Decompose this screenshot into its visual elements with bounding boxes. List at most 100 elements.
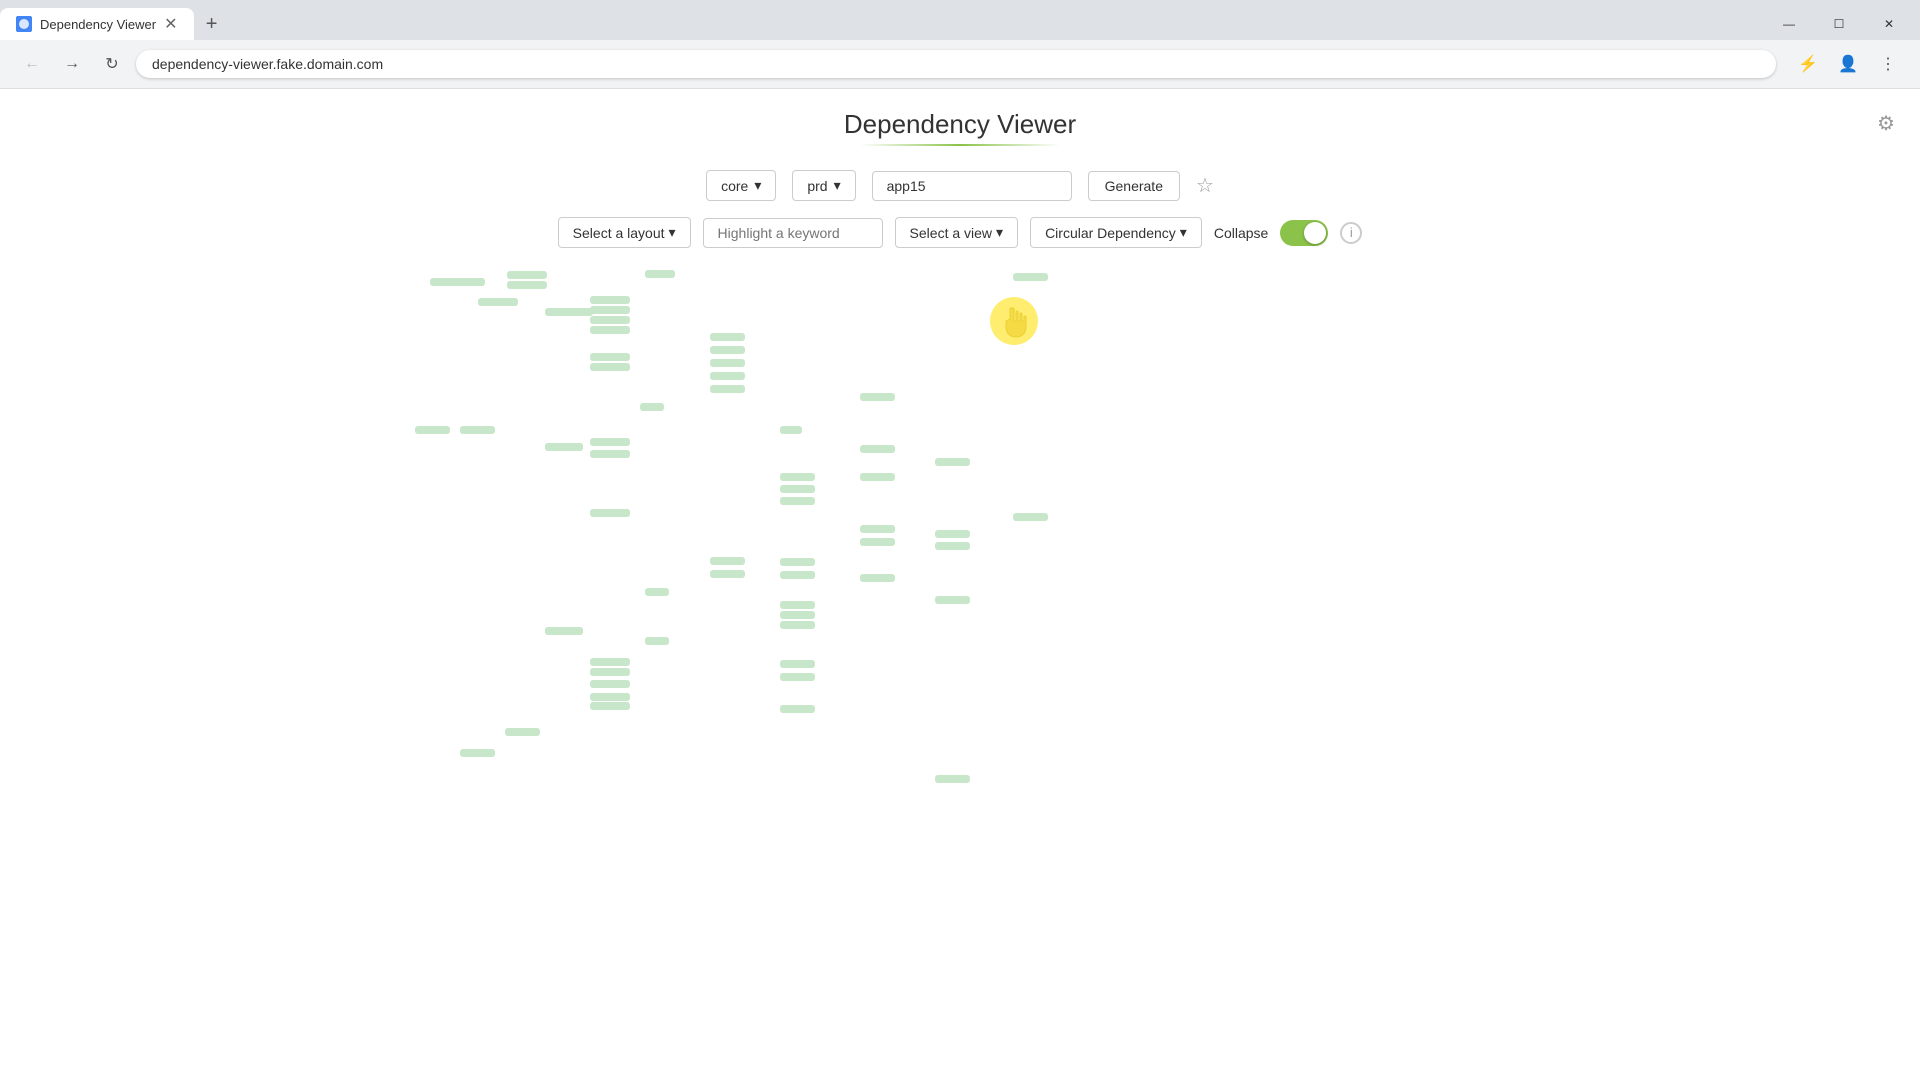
node-block[interactable] <box>590 450 630 458</box>
node-block[interactable] <box>780 611 815 619</box>
node-block[interactable] <box>590 316 630 324</box>
node-block[interactable] <box>590 438 630 446</box>
node-block[interactable] <box>780 485 815 493</box>
browser-chrome: Dependency Viewer ✕ + — ☐ ✕ ← → ↻ ⚡ 👤 ⋮ <box>0 0 1920 89</box>
generate-button[interactable]: Generate <box>1088 171 1180 201</box>
node-block[interactable] <box>860 574 895 582</box>
node-block[interactable] <box>860 445 895 453</box>
graph-area <box>20 264 1900 1076</box>
controls-row-1: core ▾ prd ▾ Generate ☆ <box>20 170 1900 201</box>
node-block[interactable] <box>710 570 745 578</box>
minimize-button[interactable]: — <box>1766 8 1812 40</box>
node-block[interactable] <box>780 673 815 681</box>
node-block[interactable] <box>545 627 583 635</box>
node-block[interactable] <box>860 525 895 533</box>
node-block[interactable] <box>590 306 630 314</box>
node-block[interactable] <box>590 680 630 688</box>
node-block[interactable] <box>710 372 745 380</box>
node-block[interactable] <box>860 393 895 401</box>
node-block[interactable] <box>780 497 815 505</box>
node-block[interactable] <box>590 693 630 701</box>
settings-gear-icon[interactable]: ⚙ <box>1872 109 1900 137</box>
collapse-label: Collapse <box>1214 225 1268 241</box>
node-block[interactable] <box>780 601 815 609</box>
node-block[interactable] <box>590 509 630 517</box>
node-block[interactable] <box>590 296 630 304</box>
select-view-dropdown[interactable]: Select a view ▾ <box>895 217 1019 248</box>
toggle-thumb <box>1304 222 1326 244</box>
back-button[interactable]: ← <box>16 48 48 80</box>
node-block[interactable] <box>415 426 450 434</box>
node-block[interactable] <box>640 403 664 411</box>
node-block[interactable] <box>1013 513 1048 521</box>
node-block[interactable] <box>780 426 802 434</box>
info-icon[interactable]: i <box>1340 222 1362 244</box>
env-dropdown[interactable]: prd ▾ <box>792 170 855 201</box>
node-block[interactable] <box>645 270 675 278</box>
app-input[interactable] <box>872 171 1072 201</box>
page-title: Dependency Viewer <box>20 109 1900 140</box>
node-block[interactable] <box>590 353 630 361</box>
node-block[interactable] <box>507 271 547 279</box>
node-block[interactable] <box>780 571 815 579</box>
node-block[interactable] <box>710 333 745 341</box>
node-block[interactable] <box>590 326 630 334</box>
node-block[interactable] <box>545 308 593 316</box>
node-block[interactable] <box>505 728 540 736</box>
node-block[interactable] <box>935 596 970 604</box>
url-input[interactable] <box>136 50 1776 78</box>
node-block[interactable] <box>780 660 815 668</box>
keyword-input[interactable] <box>703 218 883 248</box>
close-button[interactable]: ✕ <box>1866 8 1912 40</box>
page-content: ⚙ Dependency Viewer core ▾ prd ▾ Generat… <box>0 89 1920 1081</box>
page-title-underline <box>860 144 1060 146</box>
tab-title: Dependency Viewer <box>40 17 156 32</box>
extensions-icon[interactable]: ⚡ <box>1792 48 1824 80</box>
refresh-button[interactable]: ↻ <box>96 48 128 80</box>
namespace-dropdown[interactable]: core ▾ <box>706 170 776 201</box>
tab-favicon <box>16 16 32 32</box>
maximize-button[interactable]: ☐ <box>1816 8 1862 40</box>
favorite-icon[interactable]: ☆ <box>1196 173 1214 198</box>
node-block[interactable] <box>710 557 745 565</box>
node-block[interactable] <box>935 775 970 783</box>
node-block[interactable] <box>545 443 583 451</box>
node-block[interactable] <box>780 473 815 481</box>
node-block[interactable] <box>710 346 745 354</box>
node-block[interactable] <box>780 621 815 629</box>
new-tab-button[interactable]: + <box>198 10 226 38</box>
node-block[interactable] <box>780 558 815 566</box>
profile-icon[interactable]: 👤 <box>1832 48 1864 80</box>
node-block[interactable] <box>460 426 495 434</box>
window-controls: — ☐ ✕ <box>1766 8 1920 40</box>
node-block[interactable] <box>460 749 495 757</box>
node-block[interactable] <box>590 668 630 676</box>
node-block[interactable] <box>780 705 815 713</box>
node-block[interactable] <box>1013 273 1048 281</box>
address-bar: ← → ↻ ⚡ 👤 ⋮ <box>0 40 1920 88</box>
collapse-toggle[interactable] <box>1280 220 1328 246</box>
node-block[interactable] <box>590 363 630 371</box>
node-block[interactable] <box>590 658 630 666</box>
menu-icon[interactable]: ⋮ <box>1872 48 1904 80</box>
tab-close-button[interactable]: ✕ <box>164 14 177 34</box>
node-block[interactable] <box>430 278 485 286</box>
node-block[interactable] <box>645 637 669 645</box>
node-block[interactable] <box>860 473 895 481</box>
circular-dependency-dropdown[interactable]: Circular Dependency ▾ <box>1030 217 1202 248</box>
forward-button[interactable]: → <box>56 48 88 80</box>
tab-bar: Dependency Viewer ✕ + — ☐ ✕ <box>0 0 1920 40</box>
node-block[interactable] <box>710 385 745 393</box>
node-block[interactable] <box>645 588 669 596</box>
active-tab[interactable]: Dependency Viewer ✕ <box>0 8 194 40</box>
node-block[interactable] <box>478 298 518 306</box>
node-block[interactable] <box>935 458 970 466</box>
node-block[interactable] <box>935 542 970 550</box>
toolbar-icons: ⚡ 👤 ⋮ <box>1792 48 1904 80</box>
node-block[interactable] <box>860 538 895 546</box>
node-block[interactable] <box>935 530 970 538</box>
node-block[interactable] <box>590 702 630 710</box>
node-block[interactable] <box>507 281 547 289</box>
node-block[interactable] <box>710 359 745 367</box>
select-layout-dropdown[interactable]: Select a layout ▾ <box>558 217 691 248</box>
